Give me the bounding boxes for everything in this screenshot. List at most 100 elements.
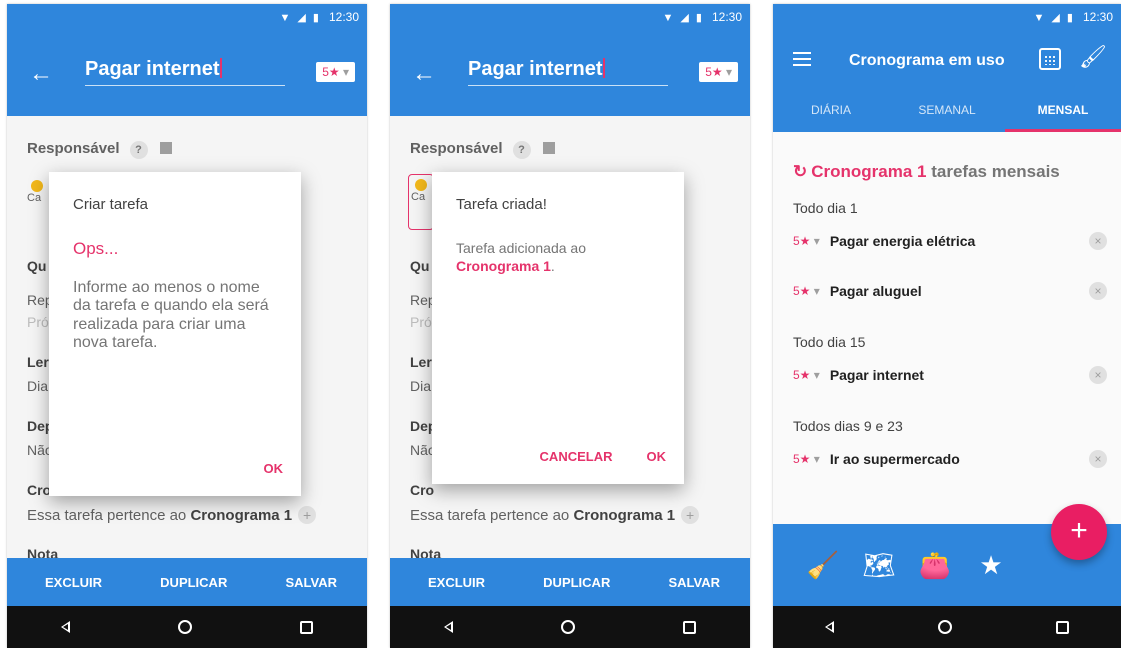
section-heading: ↻ Cronograma 1 tarefas mensais bbox=[793, 162, 1121, 182]
priority-dropdown[interactable]: 5★ ▾ bbox=[316, 62, 355, 82]
section-heading-rest: tarefas mensais bbox=[931, 162, 1060, 181]
item-priority-value: 5★ bbox=[793, 284, 811, 298]
list-item[interactable]: 5★ ▾ Ir ao supermercado × bbox=[793, 434, 1121, 484]
remove-icon[interactable]: × bbox=[1089, 450, 1107, 468]
task-title-value: Pagar internet bbox=[85, 58, 220, 80]
group-label: Todo dia 15 bbox=[793, 334, 866, 350]
ok-button[interactable]: OK bbox=[647, 449, 667, 464]
item-priority[interactable]: 5★ ▾ bbox=[793, 452, 820, 466]
priority-value: 5★ bbox=[705, 65, 723, 79]
nav-back-icon[interactable] bbox=[444, 621, 453, 633]
map-icon[interactable]: 🗺 bbox=[863, 549, 896, 581]
duplicate-button[interactable]: DUPLICAR bbox=[160, 575, 227, 590]
remove-icon[interactable]: × bbox=[1089, 232, 1107, 250]
cancel-button[interactable]: CANCELAR bbox=[540, 449, 613, 464]
signal-icons: ▼ ◢ ▮ bbox=[662, 11, 704, 24]
add-icon[interactable]: + bbox=[681, 506, 700, 524]
task-title-value: Pagar internet bbox=[468, 58, 603, 80]
back-arrow-icon[interactable]: ← bbox=[412, 60, 436, 88]
schedule-name[interactable]: Cronograma 1 bbox=[811, 162, 926, 181]
chevron-down-icon: ▾ bbox=[342, 65, 349, 79]
responsavel-label: Responsável bbox=[410, 140, 503, 157]
item-priority[interactable]: 5★ ▾ bbox=[793, 234, 820, 248]
item-text: Ir ao supermercado bbox=[829, 451, 960, 467]
avatar[interactable]: Ca bbox=[408, 174, 434, 230]
chevron-down-icon: ▾ bbox=[813, 234, 820, 248]
nav-home-icon[interactable] bbox=[938, 620, 952, 634]
item-priority-value: 5★ bbox=[793, 234, 811, 248]
ok-button[interactable]: OK bbox=[264, 461, 284, 476]
system-nav-bar bbox=[390, 606, 750, 648]
group-label: Todo dia 1 bbox=[793, 200, 858, 216]
chevron-down-icon: ▾ bbox=[725, 65, 732, 79]
delete-button[interactable]: EXCLUIR bbox=[45, 575, 102, 590]
nav-recents-icon[interactable] bbox=[683, 620, 696, 634]
tab-weekly[interactable]: SEMANAL bbox=[889, 92, 1005, 132]
nav-recents-icon[interactable] bbox=[1056, 620, 1069, 634]
dialog-message-suffix: . bbox=[550, 258, 555, 275]
dialog-message: Informe ao menos o nome da tarefa e quan… bbox=[73, 279, 269, 352]
nav-back-icon[interactable] bbox=[825, 621, 834, 633]
avatar-label: Ca bbox=[411, 191, 426, 203]
nav-recents-icon[interactable] bbox=[300, 620, 313, 634]
form-row-label: Qu bbox=[410, 258, 430, 274]
responsavel-row: Responsável? bbox=[410, 140, 555, 159]
avatar[interactable]: Ca bbox=[27, 180, 47, 210]
help-icon[interactable]: ? bbox=[512, 141, 531, 159]
remove-icon[interactable]: × bbox=[1089, 366, 1107, 384]
form-row-value: Pró bbox=[410, 314, 432, 330]
task-title-input[interactable]: Pagar internet bbox=[85, 58, 285, 86]
save-button[interactable]: SALVAR bbox=[668, 575, 720, 590]
chevron-down-icon: ▾ bbox=[813, 368, 820, 382]
brush-icon[interactable]: 🖌 bbox=[1079, 44, 1107, 74]
list-item[interactable]: 5★ ▾ Pagar energia elétrica × bbox=[793, 216, 1121, 266]
chevron-down-icon: ▾ bbox=[813, 284, 820, 298]
back-arrow-icon[interactable]: ← bbox=[29, 60, 53, 88]
remove-icon[interactable]: × bbox=[1089, 282, 1107, 300]
form-row-label: Ler bbox=[410, 354, 432, 370]
nav-home-icon[interactable] bbox=[178, 620, 192, 634]
system-nav-bar bbox=[7, 606, 367, 648]
broom-icon[interactable]: 🧹 bbox=[807, 549, 839, 581]
nav-back-icon[interactable] bbox=[61, 621, 70, 633]
cronograma-link[interactable]: Cronograma 1 bbox=[456, 258, 551, 274]
contact-icon[interactable] bbox=[542, 142, 555, 154]
priority-value: 5★ bbox=[322, 65, 340, 79]
add-icon[interactable]: + bbox=[298, 506, 317, 524]
task-title-input[interactable]: Pagar internet bbox=[468, 58, 668, 86]
contact-icon[interactable] bbox=[159, 142, 172, 154]
app-bar: ← Pagar internet 5★ ▾ bbox=[390, 30, 750, 116]
priority-dropdown[interactable]: 5★ ▾ bbox=[699, 62, 738, 82]
help-icon[interactable]: ? bbox=[129, 141, 148, 159]
status-time: 12:30 bbox=[328, 10, 359, 24]
duplicate-button[interactable]: DUPLICAR bbox=[543, 575, 610, 590]
nav-home-icon[interactable] bbox=[561, 620, 575, 634]
delete-button[interactable]: EXCLUIR bbox=[428, 575, 485, 590]
system-nav-bar bbox=[773, 606, 1121, 648]
tab-daily[interactable]: DIÁRIA bbox=[773, 92, 889, 132]
form-row-value: Dia bbox=[27, 378, 49, 394]
add-task-button[interactable]: + bbox=[1051, 504, 1107, 560]
menu-icon[interactable] bbox=[793, 52, 811, 70]
item-priority[interactable]: 5★ ▾ bbox=[793, 284, 820, 298]
wallet-icon[interactable]: 👛 bbox=[919, 549, 951, 581]
group-label: Todos dias 9 e 23 bbox=[793, 418, 903, 434]
avatar-head bbox=[415, 179, 427, 191]
calendar-icon[interactable] bbox=[1039, 48, 1061, 70]
list-item[interactable]: 5★ ▾ Pagar internet × bbox=[793, 350, 1121, 400]
chevron-down-icon: ▾ bbox=[813, 452, 820, 466]
avatar-head bbox=[31, 180, 43, 192]
status-time: 12:30 bbox=[711, 10, 742, 24]
list-item[interactable]: 5★ ▾ Pagar aluguel × bbox=[793, 266, 1121, 316]
dialog-title: Tarefa criada! bbox=[456, 196, 547, 213]
item-priority[interactable]: 5★ ▾ bbox=[793, 368, 820, 382]
star-icon[interactable]: ★ bbox=[975, 549, 1007, 581]
cronograma-label: Cro bbox=[27, 482, 52, 498]
status-bar: ▼ ◢ ▮ 12:30 bbox=[773, 4, 1121, 30]
phone-screen-task-created: ▼ ◢ ▮ 12:30 ← Pagar internet 5★ ▾ Respon… bbox=[390, 4, 750, 648]
text-caret bbox=[220, 58, 223, 78]
save-button[interactable]: SALVAR bbox=[285, 575, 337, 590]
cronograma-row: Essa tarefa pertence ao Cronograma 1 + bbox=[410, 506, 700, 524]
cronograma-text: Essa tarefa pertence ao bbox=[410, 507, 570, 524]
tab-monthly[interactable]: MENSAL bbox=[1005, 92, 1121, 132]
